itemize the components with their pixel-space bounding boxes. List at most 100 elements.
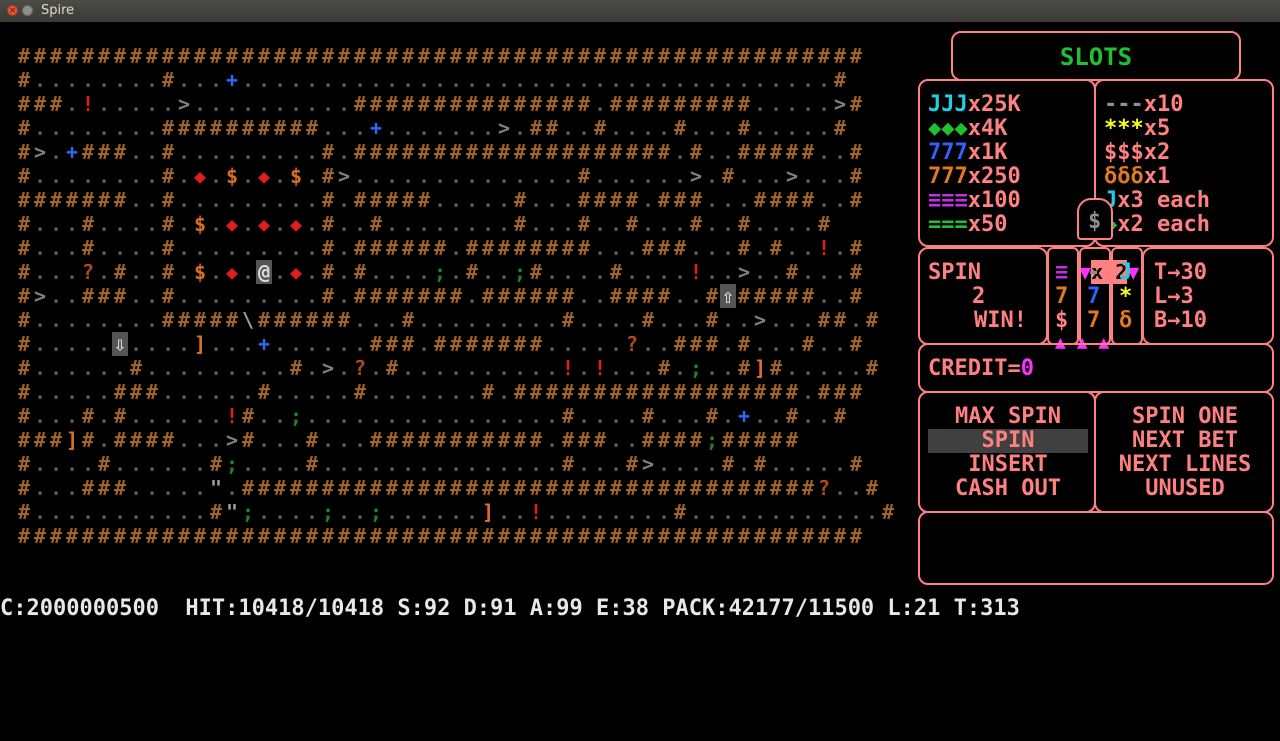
reel-1: ≡ 7 $ [1047,247,1079,345]
payout-symbols: *** [1104,116,1144,141]
payout-row: $$$x2 [1104,141,1210,165]
credit-value: 0 [1020,356,1034,381]
reel-3-symbols: J * δ [1119,261,1132,333]
reel-symbol: 7 [1055,284,1069,309]
reel-symbol: - [1087,260,1101,285]
payout-row: δδδx1 [1104,165,1210,189]
close-icon: × [8,6,17,16]
odds-list: T→30 L→3 B→10 [1154,261,1207,333]
minimize-window-button[interactable] [22,5,33,16]
payout-row: ◆◆◆x4K [928,117,1021,141]
payout-multiplier: x1 [1143,164,1171,189]
map-row: #.... #...... #;.... #............... #... # >… [17,452,863,476]
payout-row: ---x10 [1104,93,1210,117]
payout-row: ◆x2 each [1104,213,1210,237]
payout-row: 777x1K [928,141,1021,165]
map-row: #... # # #..... ". # # # # # # # # # # # # # # # # # # # # # # # # # #… [17,476,879,500]
map-row: #........ #. ◆. $. ◆. $. # >.............. #....… [17,164,863,188]
payout-symbols: 777 [928,164,968,189]
payout-multiplier: x10 [1143,92,1184,117]
reel-symbol: * [1119,284,1133,309]
message-box [918,511,1274,585]
reel-3: J * δ [1111,247,1143,345]
reel-2: -77 [1079,247,1111,345]
menu-item-unused[interactable]: UNUSED [1102,477,1268,501]
payout-symbols: === [928,212,968,237]
spin-info-box: SPIN 2 WIN! [918,247,1048,345]
payout-table-left: JJJx25K ◆◆◆x4K 777x1K 777x250 ≡≡≡x100 ===x50 [918,79,1096,247]
map-row: # # # # # # # # # # # # # # # # # # # # # # # # # # # # # # # # # # # # # # # #… [17,524,863,548]
bet-symbol: $ [1088,209,1102,234]
odds-item: T→30 [1154,260,1207,285]
payout-row: ===x50 [928,213,1021,237]
credit-line: CREDIT=0 [928,357,1034,381]
payout-row: ***x5 [1104,117,1210,141]
slots-title: SLOTS [1059,43,1133,71]
reel-2-symbols: -77 [1087,261,1100,333]
odds-item: L→3 [1154,284,1194,309]
payout-row: 777x250 [928,165,1021,189]
map-row: #... #. #......! #..;................ #.... #… [17,404,847,428]
payout-symbols: ◆◆◆ [928,116,968,141]
payout-multiplier: x250 [967,164,1021,189]
payout-multiplier: x2 [1143,140,1171,165]
map-row: #........ #... +..........................… [17,68,847,92]
spin-label: SPIN [928,260,981,285]
payout-row: Jx3 each [1104,189,1210,213]
menu-item-spin[interactable]: SPIN [928,429,1088,453]
odds-box: T→30 L→3 B→10 [1142,247,1274,345]
payout-symbols: 777 [928,140,968,165]
map-row: # # #.!..... >.......... # # # # # # # # # # # # # # #. # # #… [17,92,863,116]
payout-symbols: $$$ [1104,140,1144,165]
map-row: #... #.... #......... #. # # # # # #. # # # # # # # #... #… [17,236,863,260]
menu-item-max-spin[interactable]: MAX SPIN [928,405,1088,429]
map-row: #........ # # # # # # # # # #... +....... >. # #.. #...… [17,116,847,140]
menu-item-next-bet[interactable]: NEXT BET [1102,429,1268,453]
map-row: #........ # # # # # \ # # # # # #... #......... #.... #… [17,308,879,332]
menu-item-spin-one[interactable]: SPIN ONE [1102,405,1268,429]
map-row: #...?. #.. #. $. ◆. @. ◆. #. #....;. #..; #.... #..… [17,260,863,284]
payout-multiplier: x25K [967,92,1021,117]
map-row: #..... # # #...... #..... #....... #. # # # # # # # # #… [17,380,863,404]
status-line: C:2000000500 HIT:10418/10418 S:92 D:91 A… [0,596,1020,621]
menu-left-box: MAX SPIN SPIN INSERT CASH OUT [918,391,1096,513]
menu-item-next-lines[interactable]: NEXT LINES [1102,453,1268,477]
map-row: #... #.... #. $. ◆. ◆. ◆. #.. #........ #... #.. #.… [17,212,831,236]
map-row: #...... #......... #. >.?. #..........!.!...… [17,356,879,380]
menu-right-box: SPIN ONE NEXT BET NEXT LINES UNUSED [1094,391,1274,513]
payout-multiplier: x1K [967,140,1008,165]
map-row: # # #] #. # # # #... > #... #... # # # # # # # # # # #. # # #.. #… [17,428,799,452]
payout-symbols: JJJ [928,92,968,117]
payout-multiplier: x4K [967,116,1008,141]
menu-left: MAX SPIN SPIN INSERT CASH OUT [928,405,1088,501]
map-row: # # # # # # #.. #......... #. # # # # #..... #... # # # #.… [17,188,863,212]
credit-box: CREDIT=0 [918,343,1274,393]
window-title: Spire [41,3,75,18]
map-row: #..... ⇩....]... +...... # # #. # # # # # # #.....?.… [17,332,863,356]
reel-symbol: $ [1055,308,1069,333]
win-label: WIN! [974,308,1027,333]
close-window-button[interactable]: × [7,5,18,16]
odds-item: B→10 [1154,308,1207,333]
credit-label: CREDIT= [928,356,1021,381]
payout-multiplier: x50 [967,212,1008,237]
map-row: # >. + # # #.. #......... #. # # # # # # # # # # # # # # # # # # #… [17,140,863,164]
reel-symbol: ≡ [1055,260,1069,285]
payout-multiplier: x100 [967,188,1021,213]
payout-row: JJJx25K [928,93,1021,117]
dungeon-map: # # # # # # # # # # # # # # # # # # # # # # # # # # # # # # # # # # # # # # # #… [16,44,895,548]
reel-symbol: 7 [1087,284,1101,309]
menu-right: SPIN ONE NEXT BET NEXT LINES UNUSED [1102,405,1268,501]
map-row: # >.. # # #.. #......... #. # # # # # # #. # # # # # #.. # # #… [17,284,863,308]
bet-indicator: $ [1077,198,1113,240]
payout-multiplier: x5 [1143,116,1171,141]
reel-symbol: J [1119,260,1133,285]
map-row: #........... # ";....;..;......]..!.......… [17,500,895,524]
payout-row: ≡≡≡x100 [928,189,1021,213]
slots-title-box: SLOTS [951,31,1241,81]
menu-item-cash-out[interactable]: CASH OUT [928,477,1088,501]
payout-table-right: ---x10***x5$$$x2δδδx1Jx3 each◆x2 each [1094,79,1274,247]
payout-multiplier: x2 each [1117,212,1210,237]
menu-item-insert[interactable]: INSERT [928,453,1088,477]
window-titlebar: × Spire [0,0,1280,22]
